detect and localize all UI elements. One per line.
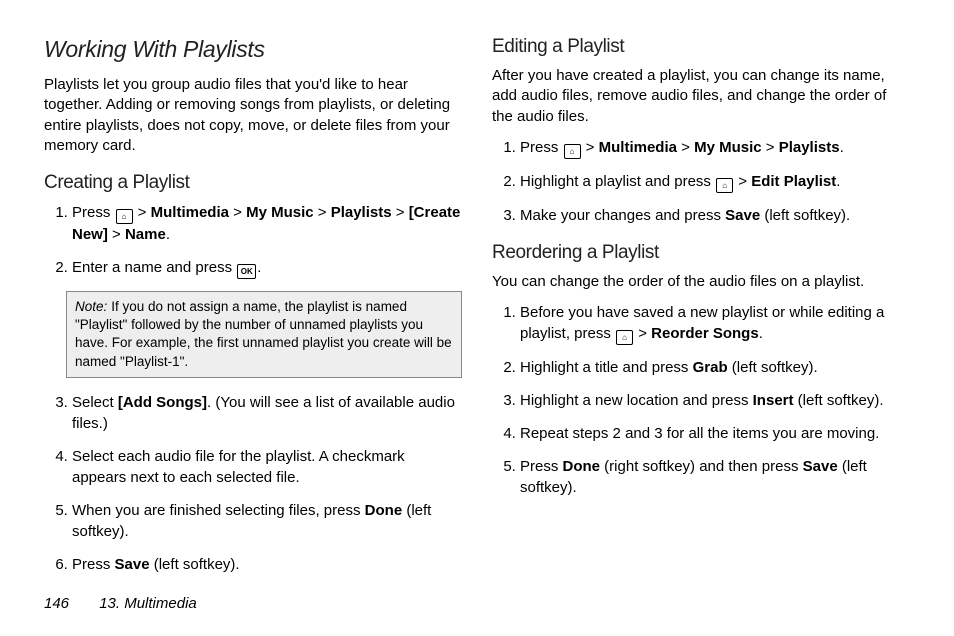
- text: >: [314, 204, 331, 221]
- bold-name: Name: [125, 226, 166, 243]
- creating-step-1: Press ⌂ > Multimedia > My Music > Playli…: [72, 202, 462, 245]
- text: >: [634, 325, 651, 342]
- text: >: [734, 173, 751, 190]
- page-title: Working With Playlists: [44, 36, 462, 63]
- ok-icon: OK: [237, 264, 256, 279]
- editing-steps: Press ⌂ > Multimedia > My Music > Playli…: [492, 137, 910, 226]
- creating-step-4: Select each audio file for the playlist.…: [72, 446, 462, 488]
- text: Highlight a playlist and press: [520, 173, 715, 190]
- text: .: [840, 139, 844, 156]
- text: >: [392, 204, 409, 221]
- text: Make your changes and press: [520, 207, 725, 224]
- page-number: 146: [44, 595, 69, 612]
- text: (left softkey).: [150, 556, 240, 573]
- text: (left softkey).: [728, 359, 818, 376]
- heading-creating: Creating a Playlist: [44, 172, 462, 194]
- column-right: Editing a Playlist After you have create…: [492, 36, 910, 587]
- bold-playlists: Playlists: [779, 139, 840, 156]
- reorder-step-3: Highlight a new location and press Inser…: [520, 390, 910, 411]
- bold-my-music: My Music: [246, 204, 314, 221]
- intro-paragraph: Playlists let you group audio files that…: [44, 75, 462, 156]
- editing-step-1: Press ⌂ > Multimedia > My Music > Playli…: [520, 137, 910, 159]
- bold-playlists: Playlists: [331, 204, 392, 221]
- bold-done: Done: [563, 458, 601, 475]
- home-icon: ⌂: [116, 209, 133, 224]
- column-left: Working With Playlists Playlists let you…: [44, 36, 462, 587]
- bold-multimedia: Multimedia: [599, 139, 677, 156]
- reorder-step-4: Repeat steps 2 and 3 for all the items y…: [520, 423, 910, 444]
- bold-my-music: My Music: [694, 139, 762, 156]
- text: .: [836, 173, 840, 190]
- reorder-step-5: Press Done (right softkey) and then pres…: [520, 456, 910, 498]
- text: .: [759, 325, 763, 342]
- bold-insert: Insert: [753, 392, 794, 409]
- bold-grab: Grab: [693, 359, 728, 376]
- text: Press: [72, 204, 115, 221]
- text: >: [108, 226, 125, 243]
- reorder-step-2: Highlight a title and press Grab (left s…: [520, 357, 910, 378]
- document-page: Working With Playlists Playlists let you…: [0, 0, 954, 636]
- text: Press: [72, 556, 115, 573]
- chapter-label: 13. Multimedia: [99, 595, 197, 612]
- home-icon: ⌂: [564, 144, 581, 159]
- creating-step-3: Select [Add Songs]. (You will see a list…: [72, 392, 462, 434]
- bold-add-songs: [Add Songs]: [118, 394, 207, 411]
- reorder-intro: You can change the order of the audio fi…: [492, 272, 910, 292]
- text: Press: [520, 458, 563, 475]
- creating-steps-rest: Select [Add Songs]. (You will see a list…: [44, 392, 462, 575]
- home-icon: ⌂: [716, 178, 733, 193]
- text: (left softkey).: [794, 392, 884, 409]
- text: >: [134, 204, 151, 221]
- editing-step-3: Make your changes and press Save (left s…: [520, 205, 910, 226]
- reorder-step-1: Before you have saved a new playlist or …: [520, 302, 910, 345]
- text: (left softkey).: [760, 207, 850, 224]
- text: Highlight a title and press: [520, 359, 693, 376]
- creating-step-2: Enter a name and press OK.: [72, 257, 462, 279]
- creating-step-6: Press Save (left softkey).: [72, 554, 462, 575]
- editing-intro: After you have created a playlist, you c…: [492, 66, 910, 127]
- text: >: [677, 139, 694, 156]
- text: Highlight a new location and press: [520, 392, 753, 409]
- editing-step-2: Highlight a playlist and press ⌂ > Edit …: [520, 171, 910, 193]
- note-label: Note:: [75, 299, 107, 314]
- page-footer: 146 13. Multimedia: [44, 595, 197, 612]
- text: .: [257, 259, 261, 276]
- heading-editing: Editing a Playlist: [492, 36, 910, 58]
- text: .: [166, 226, 170, 243]
- bold-save: Save: [803, 458, 838, 475]
- bold-edit-playlist: Edit Playlist: [751, 173, 836, 190]
- text: Select: [72, 394, 118, 411]
- reorder-steps: Before you have saved a new playlist or …: [492, 302, 910, 498]
- creating-steps-top: Press ⌂ > Multimedia > My Music > Playli…: [44, 202, 462, 279]
- text: When you are finished selecting files, p…: [72, 502, 365, 519]
- bold-multimedia: Multimedia: [151, 204, 229, 221]
- bold-reorder-songs: Reorder Songs: [651, 325, 759, 342]
- text: >: [762, 139, 779, 156]
- text: >: [229, 204, 246, 221]
- note-body: If you do not assign a name, the playlis…: [75, 299, 452, 369]
- bold-done: Done: [365, 502, 403, 519]
- two-column-layout: Working With Playlists Playlists let you…: [44, 36, 910, 587]
- text: (right softkey) and then press: [600, 458, 803, 475]
- creating-step-5: When you are finished selecting files, p…: [72, 500, 462, 542]
- bold-save: Save: [725, 207, 760, 224]
- text: Press: [520, 139, 563, 156]
- note-box: Note:If you do not assign a name, the pl…: [66, 291, 462, 378]
- home-icon: ⌂: [616, 330, 633, 345]
- text: >: [582, 139, 599, 156]
- heading-reordering: Reordering a Playlist: [492, 242, 910, 264]
- bold-save: Save: [115, 556, 150, 573]
- text: Enter a name and press: [72, 259, 236, 276]
